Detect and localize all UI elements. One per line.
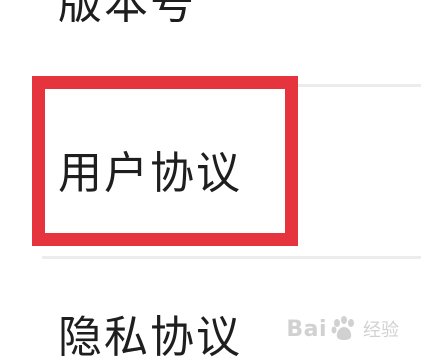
settings-item-version[interactable]: 版本号: [0, 0, 421, 86]
settings-item-user-agreement-label: 用户协议: [58, 148, 242, 199]
settings-item-privacy-agreement-label: 隐私协议: [58, 312, 242, 363]
settings-item-privacy-agreement[interactable]: 隐私协议: [0, 258, 421, 360]
settings-item-version-label: 版本号: [58, 0, 196, 29]
settings-item-user-agreement[interactable]: 用户协议: [0, 86, 421, 258]
